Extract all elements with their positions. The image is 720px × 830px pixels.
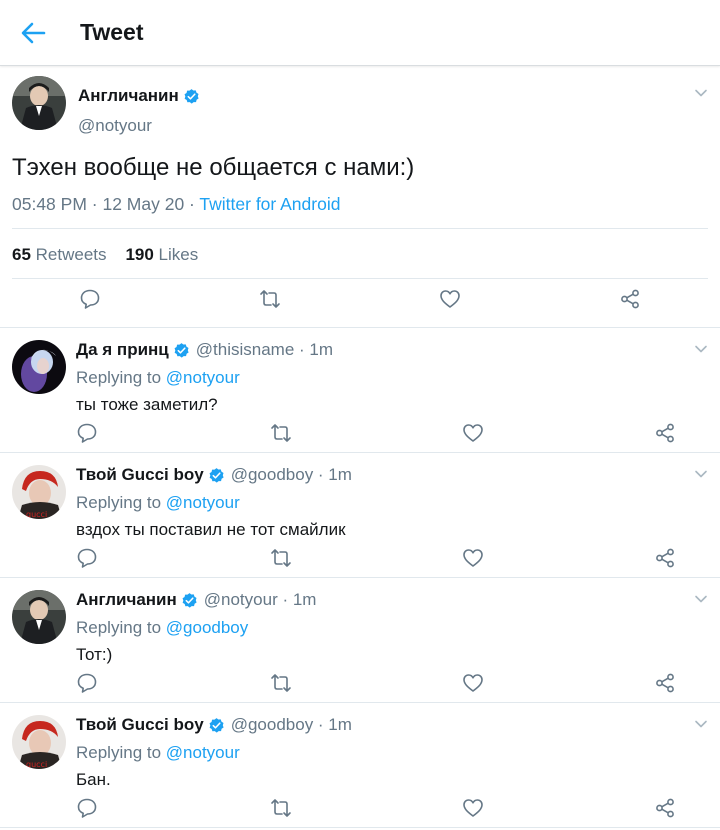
retweet-icon[interactable] bbox=[270, 547, 292, 569]
retweets-stat[interactable]: 65 Retweets bbox=[12, 245, 107, 264]
reply-author-name[interactable]: Твой Gucci boy bbox=[76, 465, 204, 485]
tweet-meta: 05:48 PM · 12 May 20 · Twitter for Andro… bbox=[12, 194, 340, 215]
replying-to: Replying to @notyour bbox=[76, 368, 240, 388]
verified-badge-icon bbox=[174, 342, 189, 358]
reply-header: Да я принц @thisisname · 1m bbox=[76, 340, 333, 360]
reply-actions bbox=[0, 422, 720, 446]
reply-icon[interactable] bbox=[76, 422, 98, 444]
tweet-actions bbox=[0, 288, 720, 318]
author-name-row: Англичанин bbox=[78, 86, 200, 106]
verified-badge-icon bbox=[182, 592, 197, 608]
replying-to-label: Replying to bbox=[76, 743, 166, 762]
like-icon[interactable] bbox=[462, 672, 484, 694]
top-bar: Tweet bbox=[0, 0, 720, 66]
replying-to-mention[interactable]: @notyour bbox=[166, 368, 240, 387]
reply-text: Тот:) bbox=[76, 645, 113, 664]
replying-to: Replying to @notyour bbox=[76, 493, 240, 513]
verified-badge-icon bbox=[209, 717, 224, 733]
replying-to-mention[interactable]: @notyour bbox=[166, 493, 240, 512]
like-icon[interactable] bbox=[439, 288, 461, 310]
svg-text:gucci: gucci bbox=[26, 760, 47, 769]
reply-handle-time: @goodboy · 1m bbox=[230, 715, 352, 734]
replying-to: Replying to @goodboy bbox=[76, 618, 248, 638]
divider bbox=[12, 278, 708, 279]
divider bbox=[12, 228, 708, 229]
tweet-text: Тэхен вообще не общается с нами:) bbox=[12, 154, 415, 181]
reply-tweet[interactable]: Англичанин @notyour · 1m Replying to @go… bbox=[0, 578, 720, 703]
replying-to-mention[interactable]: @goodboy bbox=[166, 618, 249, 637]
reply-icon[interactable] bbox=[76, 547, 98, 569]
avatar[interactable] bbox=[12, 340, 66, 394]
back-arrow-icon[interactable] bbox=[20, 20, 46, 46]
retweet-icon[interactable] bbox=[270, 422, 292, 444]
chevron-down-icon[interactable] bbox=[694, 342, 708, 356]
reply-author-name[interactable]: Англичанин bbox=[76, 590, 177, 610]
like-icon[interactable] bbox=[462, 547, 484, 569]
share-icon[interactable] bbox=[654, 672, 676, 694]
reply-header: Англичанин @notyour · 1m bbox=[76, 590, 316, 610]
replying-to-label: Replying to bbox=[76, 493, 166, 512]
reply-author-name[interactable]: Да я принц bbox=[76, 340, 169, 360]
replying-to-label: Replying to bbox=[76, 618, 166, 637]
reply-actions bbox=[0, 797, 720, 821]
avatar[interactable] bbox=[12, 76, 66, 130]
tweet-timestamp: 05:48 PM · 12 May 20 · bbox=[12, 194, 200, 214]
share-icon[interactable] bbox=[654, 422, 676, 444]
reply-icon[interactable] bbox=[76, 797, 98, 819]
reply-text: ты тоже заметил? bbox=[76, 395, 218, 414]
reply-text: Бан. bbox=[76, 770, 111, 789]
svg-text:gucci: gucci bbox=[26, 510, 47, 519]
likes-count: 190 bbox=[125, 245, 154, 264]
share-icon[interactable] bbox=[619, 288, 641, 310]
reply-header: Твой Gucci boy @goodboy · 1m bbox=[76, 465, 352, 485]
likes-label: Likes bbox=[158, 245, 199, 264]
like-icon[interactable] bbox=[462, 422, 484, 444]
verified-badge-icon bbox=[184, 88, 199, 104]
reply-author-name[interactable]: Твой Gucci boy bbox=[76, 715, 204, 735]
likes-stat[interactable]: 190 Likes bbox=[125, 245, 198, 264]
replying-to-mention[interactable]: @notyour bbox=[166, 743, 240, 762]
share-icon[interactable] bbox=[654, 547, 676, 569]
reply-text: вздох ты поставил не тот смайлик bbox=[76, 520, 346, 539]
retweet-icon[interactable] bbox=[270, 672, 292, 694]
author-name[interactable]: Англичанин bbox=[78, 86, 179, 106]
tweet-source-link[interactable]: Twitter for Android bbox=[199, 194, 340, 214]
author-handle[interactable]: @notyour bbox=[78, 116, 152, 136]
avatar[interactable]: gucci bbox=[12, 465, 66, 519]
reply-actions bbox=[0, 547, 720, 571]
page-title: Tweet bbox=[80, 19, 144, 45]
reply-tweet[interactable]: Да я принц @thisisname · 1m Replying to … bbox=[0, 328, 720, 453]
retweets-label: Retweets bbox=[35, 245, 107, 264]
replying-to: Replying to @notyour bbox=[76, 743, 240, 763]
chevron-down-icon[interactable] bbox=[694, 86, 708, 100]
retweet-icon[interactable] bbox=[270, 797, 292, 819]
main-tweet: Англичанин @notyour Тэхен вообще не обща… bbox=[0, 66, 720, 328]
reply-tweet[interactable]: gucci Твой Gucci boy @goodboy · 1m Reply… bbox=[0, 703, 720, 828]
reply-handle-time: @notyour · 1m bbox=[203, 590, 317, 609]
reply-handle-time: @goodboy · 1m bbox=[230, 465, 352, 484]
like-icon[interactable] bbox=[462, 797, 484, 819]
avatar[interactable] bbox=[12, 590, 66, 644]
reply-actions bbox=[0, 672, 720, 696]
avatar[interactable]: gucci bbox=[12, 715, 66, 769]
reply-tweet[interactable]: gucci Твой Gucci boy @goodboy · 1m Reply… bbox=[0, 453, 720, 578]
chevron-down-icon[interactable] bbox=[694, 717, 708, 731]
reply-icon[interactable] bbox=[79, 288, 101, 310]
reply-handle-time: @thisisname · 1m bbox=[195, 340, 334, 359]
reply-icon[interactable] bbox=[76, 672, 98, 694]
tweet-stats: 65 Retweets 190 Likes bbox=[12, 245, 198, 265]
retweets-count: 65 bbox=[12, 245, 31, 264]
reply-header: Твой Gucci boy @goodboy · 1m bbox=[76, 715, 352, 735]
retweet-icon[interactable] bbox=[259, 288, 281, 310]
replying-to-label: Replying to bbox=[76, 368, 166, 387]
share-icon[interactable] bbox=[654, 797, 676, 819]
chevron-down-icon[interactable] bbox=[694, 592, 708, 606]
chevron-down-icon[interactable] bbox=[694, 467, 708, 481]
verified-badge-icon bbox=[209, 467, 224, 483]
